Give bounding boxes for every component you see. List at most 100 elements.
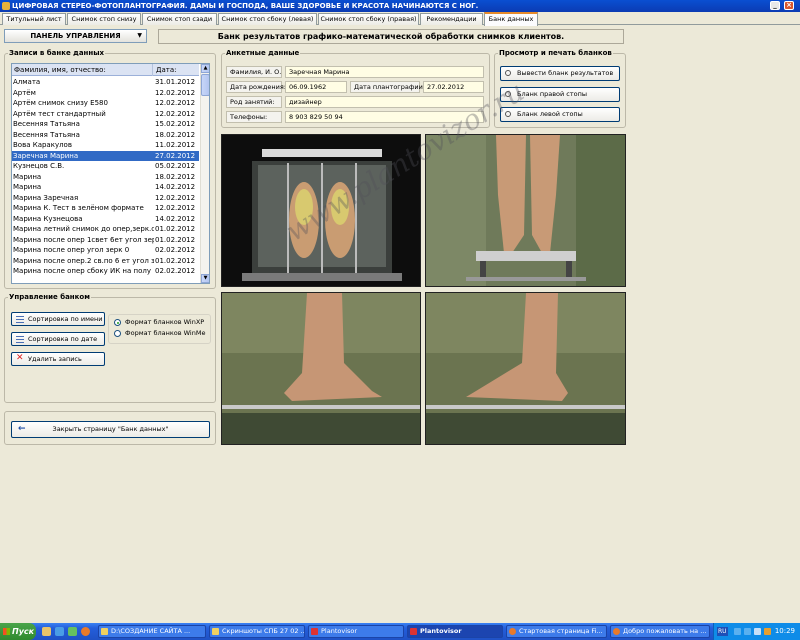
network-icon[interactable] [744, 628, 751, 635]
taskbar-item-plantovisor-2[interactable]: Plantovisor [407, 625, 503, 638]
table-row[interactable]: Весенняя Татьяна 15.02.2012 [12, 119, 199, 129]
network-icon[interactable] [734, 628, 741, 635]
tab-title-page[interactable]: Титульный лист [2, 13, 66, 25]
feet-back-image [426, 135, 625, 286]
app-icon[interactable] [68, 627, 77, 636]
row-name: Артём [13, 88, 36, 97]
format-winxp-label[interactable]: Формат бланков WinXP [125, 318, 204, 326]
taskbar-item-plantovisor-1[interactable]: Plantovisor [308, 625, 404, 638]
name-field[interactable]: Заречная Марина [285, 66, 484, 78]
row-date: 14.02.2012 [155, 214, 196, 223]
taskbar-item-firefox-start[interactable]: Стартовая страница Fi... [506, 625, 607, 638]
records-scrollbar[interactable]: ▲ ▼ [200, 64, 209, 283]
taskbar-item-firefox-welcome[interactable]: Добро пожаловать на ... [610, 625, 710, 638]
column-header-name[interactable]: Фамилия, имя, отчество: [13, 64, 153, 76]
occupation-label: Род занятий: [226, 96, 282, 108]
row-name: Марина летний снимок до опер,зерк.станд. [13, 225, 154, 233]
table-row[interactable]: Марина после опер 1свет 6ет угол зерк 40… [12, 235, 199, 245]
taskbar-item-folder[interactable]: D:\СОЗДАНИЕ САЙТА ... [98, 625, 206, 638]
row-name: Заречная Марина [13, 151, 79, 160]
tab-data-bank[interactable]: Банк данных [484, 12, 538, 26]
taskbar-item-label: D:\СОЗДАНИЕ САЙТА ... [111, 627, 191, 635]
list-icon [16, 336, 24, 343]
explorer-icon[interactable] [55, 627, 64, 636]
table-row[interactable]: Марина Заречная 12.02.2012 [12, 193, 199, 203]
row-date: 05.02.2012 [155, 162, 196, 170]
print-results-label: Вывести бланк результатов [517, 69, 614, 77]
format-winxp-radio[interactable] [114, 319, 121, 326]
row-date: 31.01.2012 [155, 78, 196, 86]
row-name: Марина после опер.2 св.по 6 ет угол зерк… [13, 256, 154, 265]
birth-date-label: Дата рождения: [226, 81, 286, 93]
minimize-button[interactable]: _ [770, 1, 780, 10]
tab-side-left[interactable]: Снимок стоп сбоку (левая) [218, 13, 317, 25]
row-date: 12.02.2012 [155, 109, 196, 118]
firefox-icon [613, 628, 620, 635]
table-row[interactable]: Заречная Марина 27.02.2012 [12, 150, 199, 161]
start-label: Пуск [12, 627, 35, 636]
table-row[interactable]: Артём 12.02.2012 [12, 88, 199, 98]
taskbar-item-label: Стартовая страница Fi... [519, 627, 603, 635]
taskbar-item-label: Plantovisor [420, 627, 462, 635]
row-name: Марина Заречная [13, 193, 79, 202]
table-row[interactable]: Весенняя Татьяна 18.02.2012 [12, 130, 199, 140]
row-date: 14.02.2012 [155, 183, 196, 191]
close-bank-page-button[interactable]: ← Закрыть страницу "Банк данных" [11, 421, 210, 438]
volume-icon[interactable] [754, 628, 761, 635]
row-name: Марина после опер сбоку ИК на полу [13, 267, 152, 275]
table-row[interactable]: Марина 18.02.2012 [12, 172, 199, 182]
format-winme-radio[interactable] [114, 330, 121, 337]
table-row[interactable]: Вова Каракулов 11.02.2012 [12, 140, 199, 150]
plantography-date-field[interactable]: 27.02.2012 [423, 81, 484, 93]
plantography-date-label: Дата плантографии: [350, 81, 425, 93]
table-row[interactable]: Марина летний снимок до опер,зерк.станд.… [12, 224, 199, 234]
row-date: 18.02.2012 [155, 172, 196, 181]
table-row[interactable]: Марина К. Тест в зелёном формате 12.02.20… [12, 203, 199, 213]
occupation-field[interactable]: дизайнер [285, 96, 484, 108]
language-indicator[interactable]: RU [717, 627, 728, 636]
records-list[interactable]: Фамилия, имя, отчество: Дата: Алмата 31.0… [11, 63, 210, 284]
table-row[interactable]: Кузнецов С.В. 05.02.2012 [12, 161, 199, 171]
photo-side-left [221, 292, 421, 445]
column-header-date[interactable]: Дата: [154, 64, 198, 76]
scroll-up-icon[interactable]: ▲ [201, 64, 209, 73]
control-panel-dropdown[interactable]: ПАНЕЛЬ УПРАВЛЕНИЯ ▼ [4, 29, 147, 43]
table-row[interactable]: Марина после опер сбоку ИК на полу 02.02.… [12, 266, 199, 276]
folder-icon [101, 628, 108, 635]
sort-by-name-button[interactable]: Сортировка по имени [11, 312, 105, 326]
birth-date-field[interactable]: 06.09.1962 [285, 81, 347, 93]
sort-by-date-label: Сортировка по дате [28, 335, 98, 343]
tab-bottom-view[interactable]: Снимок стоп снизу [67, 13, 141, 25]
row-name: Весенняя Татьяна [13, 130, 80, 139]
sort-by-date-button[interactable]: Сортировка по дате [11, 332, 105, 346]
close-window-button[interactable]: × [784, 1, 794, 10]
firefox-icon[interactable] [81, 627, 90, 636]
table-row[interactable]: Марина 14.02.2012 [12, 182, 199, 192]
table-row[interactable]: Марина после опер угол зерк 0 02.02.2012 [12, 245, 199, 255]
tab-side-right[interactable]: Снимок стоп сбоку (правая) [318, 13, 419, 25]
row-name: Марина после опер угол зерк 0 [13, 246, 130, 254]
format-winme-label[interactable]: Формат бланков WinMe [125, 329, 205, 337]
security-icon[interactable] [764, 628, 771, 635]
table-row[interactable]: Марина после опер.2 св.по 6 ет угол зерк… [12, 256, 199, 266]
start-button[interactable]: Пуск [0, 623, 36, 640]
taskbar-item-label: Plantovisor [321, 627, 358, 635]
scroll-thumb[interactable] [201, 74, 209, 96]
tab-recommendations[interactable]: Рекомендации [420, 13, 483, 25]
row-name: Алмата [13, 78, 41, 86]
list-icon [16, 316, 24, 323]
desktop-icon[interactable] [42, 627, 51, 636]
table-row[interactable]: Артём тест стандартный 12.02.2012 [12, 109, 199, 119]
row-name: Артём снимок снизу Е580 [13, 99, 108, 107]
row-date: 12.02.2012 [155, 204, 196, 212]
scroll-down-icon[interactable]: ▼ [201, 274, 209, 283]
delete-record-button[interactable]: ✕ Удалить запись [11, 352, 105, 366]
row-date: 02.02.2012 [155, 267, 196, 275]
table-row[interactable]: Марина Кузнецова 14.02.2012 [12, 214, 199, 224]
table-row[interactable]: Алмата 31.01.2012 [12, 77, 199, 87]
tab-back-view[interactable]: Снимок стоп сзади [142, 13, 217, 25]
table-row[interactable]: Артём снимок снизу Е580 12.02.2012 [12, 98, 199, 108]
app-logo-icon [2, 2, 10, 10]
print-results-button[interactable]: Вывести бланк результатов [500, 66, 620, 81]
taskbar-item-screenshots[interactable]: Скриншоты СПБ 27 02 ... [209, 625, 305, 638]
